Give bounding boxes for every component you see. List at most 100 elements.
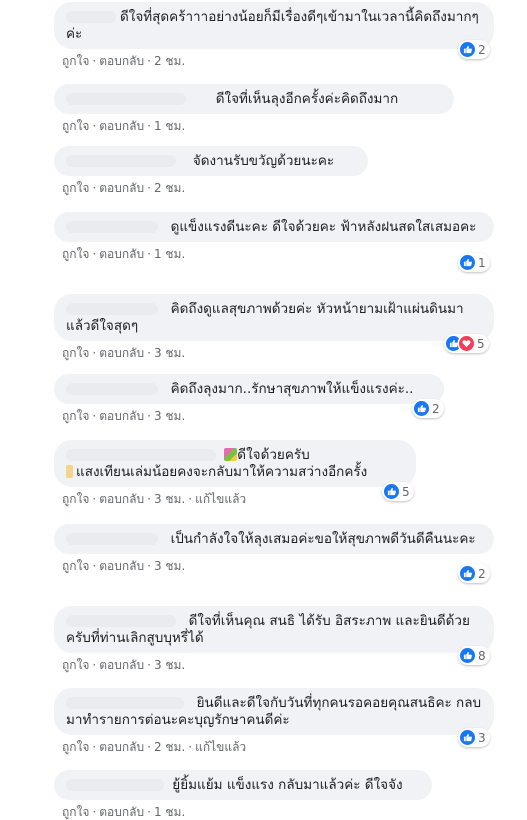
comment-text: คิดถึงลุงมาก..รักษาสุขภาพให้แข็งแรงค่ะ.. (170, 381, 414, 397)
reaction-count: 3 (478, 730, 486, 745)
timestamp[interactable]: 1 ชม. (154, 247, 185, 261)
comment-8: เป็นกำลังใจให้ลุงเสมอค่ะขอให้สุขภาพดีวัน… (54, 524, 494, 583)
emoji-icon (224, 448, 238, 461)
comment-bubble: เป็นกำลังใจให้ลุงเสมอค่ะขอให้สุขภาพดีวัน… (54, 524, 494, 554)
comment-bubble: ยินดีและดีใจกับวันที่ทุกคนรอคอยคุณสนธิคะ… (54, 688, 494, 735)
reaction-summary[interactable]: 5 (444, 334, 489, 353)
reply-link[interactable]: ตอบกลับ (99, 409, 144, 423)
comment-text: ยู้ยิ้มแย้ม แข็งแรง กลับมาแล้วค่ะ ดีใจจั… (172, 777, 403, 793)
thumbs-up-icon (460, 648, 475, 663)
author-name-redacted[interactable] (66, 533, 158, 545)
reply-link[interactable]: ตอบกลับ (99, 247, 144, 261)
timestamp[interactable]: 3 ชม. (154, 409, 185, 423)
reply-link[interactable]: ตอบกลับ (99, 119, 144, 133)
reply-link[interactable]: ตอบกลับ (99, 559, 144, 573)
timestamp[interactable]: 3 ชม. (154, 559, 185, 573)
reply-link[interactable]: ตอบกลับ (99, 492, 144, 506)
comment-text: เป็นกำลังใจให้ลุงเสมอค่ะขอให้สุขภาพดีวัน… (170, 531, 476, 547)
timestamp[interactable]: 1 ชม. (154, 805, 185, 819)
author-name-redacted[interactable] (66, 221, 158, 233)
comment-bubble: คิดถึงลุงมาก..รักษาสุขภาพให้แข็งแรงค่ะ.. (54, 374, 444, 404)
comment-text: ดีใจที่เห็นลุงอีกครั้งค่ะคิดถึงมาก (215, 91, 399, 107)
comment-actions: ถูกใจ · ตอบกลับ · 1 ชม. (62, 247, 186, 261)
like-link[interactable]: ถูกใจ (62, 492, 89, 506)
comment-text: ดูแข็งแรงดีนะคะ ดีใจด้วยคะ ฟ้าหลังฝนสดใส… (170, 219, 477, 235)
comment-text-line1: ดีใจด้วยครับ (237, 447, 310, 463)
like-link[interactable]: ถูกใจ (62, 409, 89, 423)
reaction-summary[interactable]: 2 (412, 399, 444, 418)
thumbs-up-icon (460, 42, 475, 57)
reaction-count: 8 (478, 648, 486, 663)
author-name-redacted[interactable] (66, 155, 176, 167)
reaction-summary[interactable]: 1 (458, 253, 490, 272)
reply-link[interactable]: ตอบกลับ (99, 346, 144, 360)
thumbs-up-icon (414, 401, 429, 416)
comment-actions: ถูกใจ · ตอบกลับ · 2 ชม. (62, 181, 186, 195)
timestamp[interactable]: 1 ชม. (154, 119, 185, 133)
comment-4: ดูแข็งแรงดีนะคะ ดีใจด้วยคะ ฟ้าหลังฝนสดใส… (54, 212, 494, 272)
timestamp[interactable]: 2 ชม. (154, 181, 185, 195)
comment-actions: ถูกใจ · ตอบกลับ · 3 ชม. (62, 559, 186, 573)
comment-actions: ถูกใจ · ตอบกลับ · 1 ชม. (62, 119, 186, 133)
comment-bubble: จัดงานรับขวัญด้วยนะคะ (54, 146, 368, 176)
timestamp[interactable]: 2 ชม. (154, 740, 185, 754)
thumbs-up-icon (460, 730, 475, 745)
comment-3: จัดงานรับขวัญด้วยนะคะ ถูกใจ · ตอบกลับ · 2 ชม… (54, 146, 368, 195)
comment-actions: ถูกใจ · ตอบกลับ · 3 ชม. (62, 658, 186, 672)
comment-text: ดีใจที่สุดคร้าาาอย่างน้อยก็มีเรื่องดีๆเข… (66, 9, 479, 42)
reaction-summary[interactable]: 5 (382, 482, 414, 501)
author-name-redacted[interactable] (66, 449, 216, 461)
emoji-icon (66, 465, 73, 478)
reaction-summary[interactable]: 2 (458, 564, 490, 583)
comment-7: ดีใจด้วยครับ แสงเทียนเล่มน้อยคงจะกลับมาใ… (54, 440, 416, 506)
reaction-count: 5 (402, 484, 410, 499)
comment-10: ยินดีและดีใจกับวันที่ทุกคนรอคอยคุณสนธิคะ… (54, 688, 494, 754)
timestamp[interactable]: 3 ชม. (154, 658, 185, 672)
like-link[interactable]: ถูกใจ (62, 740, 89, 754)
comment-bubble: ดีใจที่เห็นคุณ สนธิ ได้รับ อิสระภาพ และย… (54, 606, 494, 653)
comment-actions: ถูกใจ · ตอบกลับ · 3 ชม. · แก้ไขแล้ว (62, 492, 247, 506)
reply-link[interactable]: ตอบกลับ (99, 658, 144, 672)
comment-actions: ถูกใจ · ตอบกลับ · 1 ชม. (62, 805, 186, 819)
reaction-summary[interactable]: 2 (458, 40, 490, 59)
like-link[interactable]: ถูกใจ (62, 346, 89, 360)
author-name-redacted[interactable] (66, 383, 158, 395)
reaction-summary[interactable]: 8 (458, 646, 490, 665)
like-link[interactable]: ถูกใจ (62, 805, 89, 819)
comment-bubble: ดูแข็งแรงดีนะคะ ดีใจด้วยคะ ฟ้าหลังฝนสดใส… (54, 212, 494, 242)
reply-link[interactable]: ตอบกลับ (99, 805, 144, 819)
author-name-redacted[interactable] (66, 615, 176, 627)
reaction-count: 2 (432, 401, 440, 416)
like-link[interactable]: ถูกใจ (62, 559, 89, 573)
reply-link[interactable]: ตอบกลับ (99, 54, 144, 68)
comment-actions: ถูกใจ · ตอบกลับ · 2 ชม. (62, 54, 186, 68)
like-link[interactable]: ถูกใจ (62, 181, 89, 195)
author-name-redacted[interactable] (66, 11, 116, 23)
thumbs-up-icon (384, 484, 399, 499)
comment-2: ดีใจที่เห็นลุงอีกครั้งค่ะคิดถึงมาก ถูกใจ… (54, 84, 454, 133)
thumbs-up-icon (460, 566, 475, 581)
timestamp[interactable]: 2 ชม. (154, 54, 185, 68)
comment-11: ยู้ยิ้มแย้ม แข็งแรง กลับมาแล้วค่ะ ดีใจจั… (54, 770, 432, 819)
author-name-redacted[interactable] (66, 93, 186, 105)
like-link[interactable]: ถูกใจ (62, 119, 89, 133)
like-link[interactable]: ถูกใจ (62, 658, 89, 672)
author-name-redacted[interactable] (66, 697, 184, 709)
comment-text-line2: แสงเทียนเล่มน้อยคงจะกลับมาให้ความสว่างอี… (76, 464, 368, 480)
edited-label[interactable]: แก้ไขแล้ว (195, 740, 246, 754)
reaction-count: 2 (478, 566, 486, 581)
edited-label[interactable]: แก้ไขแล้ว (195, 492, 246, 506)
author-name-redacted[interactable] (66, 303, 158, 315)
comment-actions: ถูกใจ · ตอบกลับ · 2 ชม. · แก้ไขแล้ว (62, 740, 247, 754)
like-link[interactable]: ถูกใจ (62, 247, 89, 261)
timestamp[interactable]: 3 ชม. (154, 346, 185, 360)
reaction-summary[interactable]: 3 (458, 728, 490, 747)
reply-link[interactable]: ตอบกลับ (99, 181, 144, 195)
author-name-redacted[interactable] (66, 779, 164, 791)
comment-6: คิดถึงลุงมาก..รักษาสุขภาพให้แข็งแรงค่ะ..… (54, 374, 444, 423)
reaction-count: 5 (477, 336, 485, 351)
timestamp[interactable]: 3 ชม. (154, 492, 185, 506)
reply-link[interactable]: ตอบกลับ (99, 740, 144, 754)
like-link[interactable]: ถูกใจ (62, 54, 89, 68)
reaction-count: 1 (478, 255, 486, 270)
